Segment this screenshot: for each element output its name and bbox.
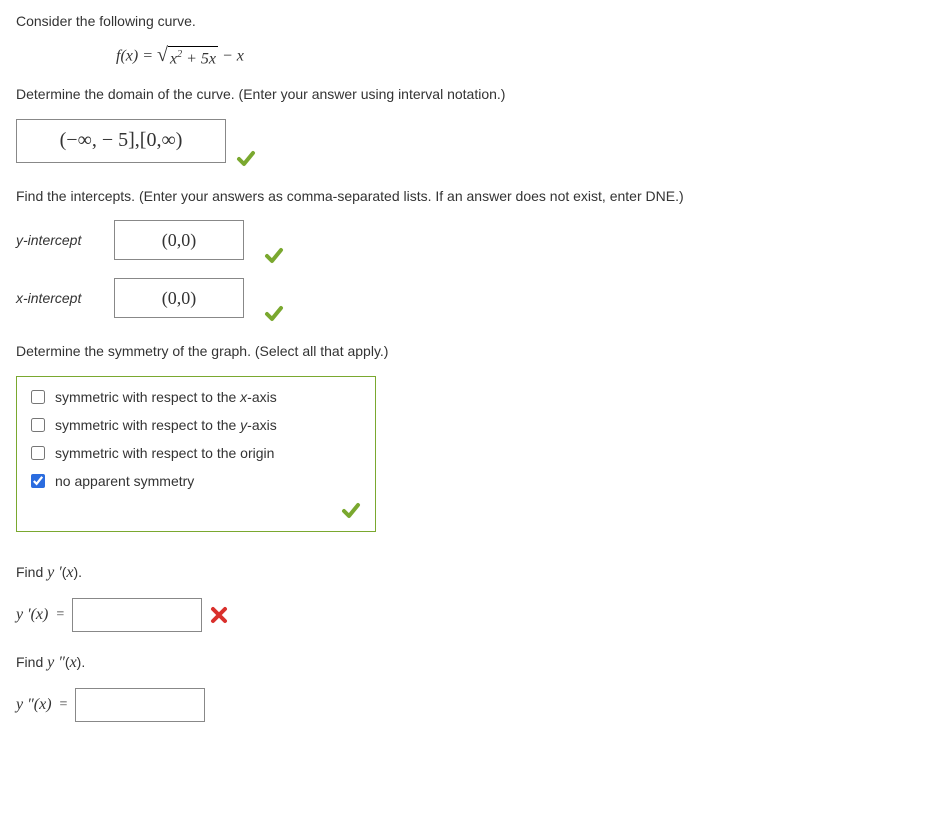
check-icon — [236, 149, 256, 169]
function-equation: f(x) = √ x2 + 5x − x — [116, 46, 925, 67]
x-icon — [210, 606, 228, 624]
find-yprime-text: Find y ′(x). — [16, 564, 82, 580]
symmetry-option-xaxis[interactable]: symmetric with respect to the x-axis — [31, 389, 361, 405]
domain-prompt: Determine the domain of the curve. (Ente… — [16, 85, 925, 105]
ydprime-answer-input[interactable] — [75, 688, 205, 722]
x-intercept-answer-box[interactable]: (0,0) — [114, 278, 244, 318]
intro-text: Consider the following curve. — [16, 12, 925, 32]
x-intercept-label: x-intercept — [16, 290, 100, 306]
symmetry-option-label: no apparent symmetry — [55, 473, 194, 489]
equals-sign: = — [56, 607, 64, 623]
check-icon — [264, 304, 284, 324]
radicand-tail: + 5x — [182, 50, 216, 67]
symmetry-options-box: symmetric with respect to the x-axis sym… — [16, 376, 376, 532]
checkbox-yaxis[interactable] — [31, 418, 45, 432]
yprime-answer-input[interactable] — [72, 598, 202, 632]
equation-lhs: f(x) = — [116, 47, 153, 64]
symmetry-option-label: symmetric with respect to the x-axis — [55, 389, 277, 405]
find-ydprime-prompt: Find y ″(x). — [16, 652, 925, 674]
ydprime-lhs: y ″(x) — [16, 696, 52, 714]
yprime-lhs: y ′(x) — [16, 606, 48, 624]
symmetry-option-label: symmetric with respect to the origin — [55, 445, 274, 461]
check-icon — [264, 246, 284, 266]
symmetry-option-label: symmetric with respect to the y-axis — [55, 417, 277, 433]
domain-answer-box[interactable]: (−∞, − 5],[0,∞) — [16, 119, 226, 163]
equals-sign: = — [60, 697, 68, 713]
radical-symbol: √ — [157, 46, 168, 64]
y-intercept-answer-box[interactable]: (0,0) — [114, 220, 244, 260]
find-ydprime-text: Find y ″(x). — [16, 654, 85, 670]
checkbox-origin[interactable] — [31, 446, 45, 460]
symmetry-prompt: Determine the symmetry of the graph. (Se… — [16, 342, 925, 362]
symmetry-option-origin[interactable]: symmetric with respect to the origin — [31, 445, 361, 461]
y-intercept-label: y-intercept — [16, 232, 100, 248]
equation-trailing: − x — [222, 47, 244, 64]
symmetry-option-yaxis[interactable]: symmetric with respect to the y-axis — [31, 417, 361, 433]
intercepts-prompt: Find the intercepts. (Enter your answers… — [16, 187, 925, 207]
checkbox-none[interactable] — [31, 474, 45, 488]
check-icon — [341, 501, 361, 521]
checkbox-xaxis[interactable] — [31, 390, 45, 404]
sqrt-expression: √ x2 + 5x — [157, 46, 218, 67]
symmetry-option-none[interactable]: no apparent symmetry — [31, 473, 361, 489]
find-yprime-prompt: Find y ′(x). — [16, 562, 925, 584]
radicand: x2 + 5x — [168, 46, 218, 67]
